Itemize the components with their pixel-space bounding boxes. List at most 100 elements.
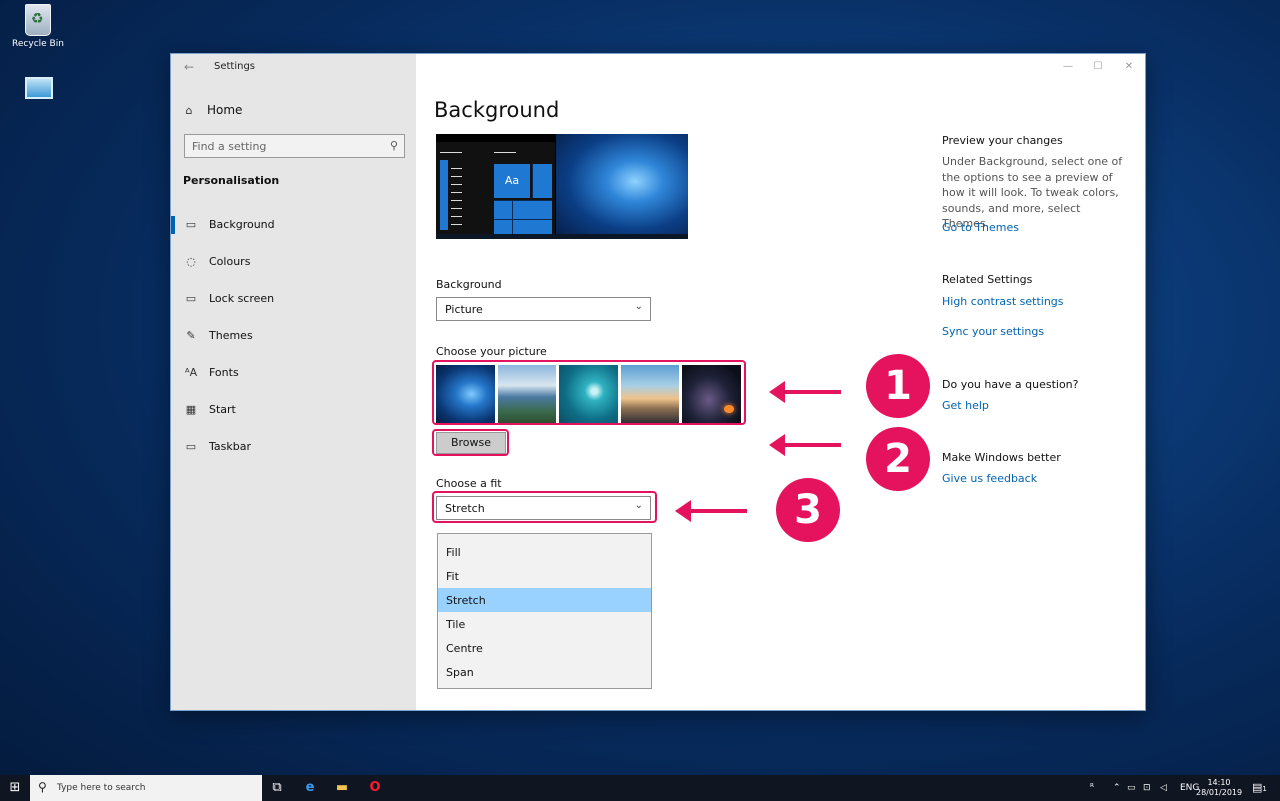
- preview-start-menu: Aa: [436, 142, 555, 239]
- search-icon: ⚲: [38, 780, 47, 794]
- preview-line: [440, 152, 462, 153]
- preview-line: [451, 176, 462, 177]
- file-explorer-icon[interactable]: ▬: [330, 775, 354, 801]
- preview-line: [451, 216, 462, 217]
- background-select[interactable]: Picture ⌄: [436, 297, 651, 321]
- title-bar: ← Settings — ☐ ✕: [171, 54, 1145, 82]
- nav-home-label: Home: [207, 103, 243, 117]
- action-center-icon[interactable]: ▤1: [1252, 775, 1267, 801]
- preview-tile-grid: [494, 200, 552, 237]
- windows-start-icon[interactable]: ⊞: [0, 775, 30, 801]
- make-windows-better-heading: Make Windows better: [942, 451, 1061, 464]
- preview-tile: Aa: [494, 164, 530, 198]
- fit-option-span[interactable]: Span: [438, 660, 651, 684]
- sidebar-item-lock-screen[interactable]: ▭ Lock screen: [171, 280, 416, 317]
- sidebar-item-taskbar[interactable]: ▭ Taskbar: [171, 428, 416, 465]
- background-label: Background: [436, 278, 502, 291]
- step-1-badge: 1: [866, 354, 930, 418]
- sidebar-item-label: Themes: [209, 329, 253, 342]
- search-icon: ⚲: [389, 139, 398, 152]
- search-placeholder: Find a setting: [192, 140, 267, 153]
- people-icon[interactable]: ᴿ: [1090, 775, 1094, 801]
- preview-changes-heading: Preview your changes: [942, 134, 1063, 147]
- chevron-up-icon[interactable]: ⌃: [1113, 775, 1121, 801]
- home-icon: ⌂: [185, 103, 193, 117]
- fonts-icon: ᴬA: [184, 366, 198, 379]
- arrow-left-icon: [769, 381, 841, 403]
- picture-icon: ▭: [185, 218, 197, 231]
- preview-wallpaper: [556, 134, 688, 239]
- clock-date: 28/01/2019: [1196, 788, 1243, 797]
- preview-rail: [440, 160, 448, 230]
- get-help-link[interactable]: Get help: [942, 399, 989, 412]
- recycle-bin-icon[interactable]: Recycle Bin: [8, 4, 68, 49]
- battery-icon[interactable]: ▭: [1127, 775, 1136, 801]
- task-view-icon[interactable]: ⧉: [265, 775, 289, 801]
- taskbar-search-placeholder: Type here to search: [57, 783, 146, 793]
- highlight-box-browse: [432, 429, 509, 456]
- fit-option-stretch[interactable]: Stretch: [438, 588, 651, 612]
- preview-taskbar: [436, 234, 688, 239]
- close-button[interactable]: ✕: [1114, 56, 1144, 78]
- opera-browser-icon[interactable]: O: [363, 775, 387, 801]
- question-heading: Do you have a question?: [942, 378, 1079, 391]
- preview-tile-side: [532, 164, 552, 198]
- brush-icon: ✎: [186, 329, 196, 342]
- page-title: Background: [434, 98, 560, 122]
- volume-icon[interactable]: ◁: [1160, 775, 1167, 801]
- fit-option-fit[interactable]: Fit: [438, 564, 651, 588]
- clock[interactable]: 14:10 28/01/2019: [1196, 778, 1242, 798]
- sidebar-item-label: Lock screen: [209, 292, 275, 305]
- minimize-button[interactable]: —: [1053, 56, 1083, 78]
- go-to-themes-link[interactable]: Go to Themes: [942, 221, 1019, 234]
- fit-option-centre[interactable]: Centre: [438, 636, 651, 660]
- related-settings-heading: Related Settings: [942, 273, 1033, 286]
- fit-dropdown: Fill Fit Stretch Tile Centre Span: [437, 533, 652, 689]
- preview-line: [451, 208, 462, 209]
- sidebar-item-label: Fonts: [209, 366, 239, 379]
- sidebar-item-colours[interactable]: ◌ Colours: [171, 243, 416, 280]
- sidebar-item-fonts[interactable]: ᴬA Fonts: [171, 354, 416, 391]
- background-select-value: Picture: [445, 303, 483, 316]
- taskbar-search-input[interactable]: ⚲ Type here to search: [30, 775, 262, 801]
- preview-line: [451, 168, 462, 169]
- window-title: Settings: [214, 61, 256, 72]
- high-contrast-link[interactable]: High contrast settings: [942, 295, 1064, 308]
- start-icon: ▦: [185, 403, 197, 416]
- chevron-down-icon: ⌄: [634, 301, 643, 312]
- back-arrow-icon[interactable]: ←: [179, 57, 199, 77]
- taskbar-icon: ▭: [185, 440, 197, 453]
- nav-home[interactable]: ⌂ Home: [181, 99, 243, 121]
- search-input[interactable]: Find a setting ⚲: [184, 134, 405, 158]
- sidebar-item-background[interactable]: ▭ Background: [171, 206, 416, 243]
- control-panel-glyph: [25, 77, 53, 99]
- arrow-left-icon: [769, 434, 841, 456]
- preview-changes-text: Under Background, select one of the opti…: [942, 155, 1123, 230]
- network-icon[interactable]: ⊡: [1143, 775, 1151, 801]
- arrow-left-icon: [675, 500, 747, 522]
- sidebar-item-start[interactable]: ▦ Start: [171, 391, 416, 428]
- fit-option-tile[interactable]: Tile: [438, 612, 651, 636]
- step-2-badge: 2: [866, 427, 930, 491]
- fit-option-fill[interactable]: Fill: [438, 540, 651, 564]
- notification-count: 1: [1262, 785, 1267, 793]
- control-panel-icon[interactable]: [9, 77, 69, 99]
- sidebar-item-label: Taskbar: [209, 440, 251, 453]
- preview-line: [451, 192, 462, 193]
- sync-settings-link[interactable]: Sync your settings: [942, 325, 1044, 338]
- edge-browser-icon[interactable]: e: [298, 775, 322, 801]
- active-indicator: [171, 216, 175, 234]
- sidebar-item-themes[interactable]: ✎ Themes: [171, 317, 416, 354]
- palette-icon: ◌: [186, 255, 196, 268]
- preview-line: [451, 184, 462, 185]
- maximize-button[interactable]: ☐: [1083, 56, 1113, 78]
- give-feedback-link[interactable]: Give us feedback: [942, 472, 1037, 485]
- sidebar-item-label: Colours: [209, 255, 251, 268]
- choose-fit-label: Choose a fit: [436, 477, 502, 490]
- background-preview: Aa: [436, 134, 688, 239]
- taskbar: ⊞ ⚲ Type here to search ⧉ e ▬ O ᴿ ⌃ ▭ ⊡ …: [0, 775, 1280, 801]
- sidebar-item-label: Start: [209, 403, 236, 416]
- sidebar: ⌂ Home Find a setting ⚲ Personalisation …: [171, 54, 416, 710]
- preview-line: [451, 200, 462, 201]
- clock-time: 14:10: [1207, 778, 1231, 787]
